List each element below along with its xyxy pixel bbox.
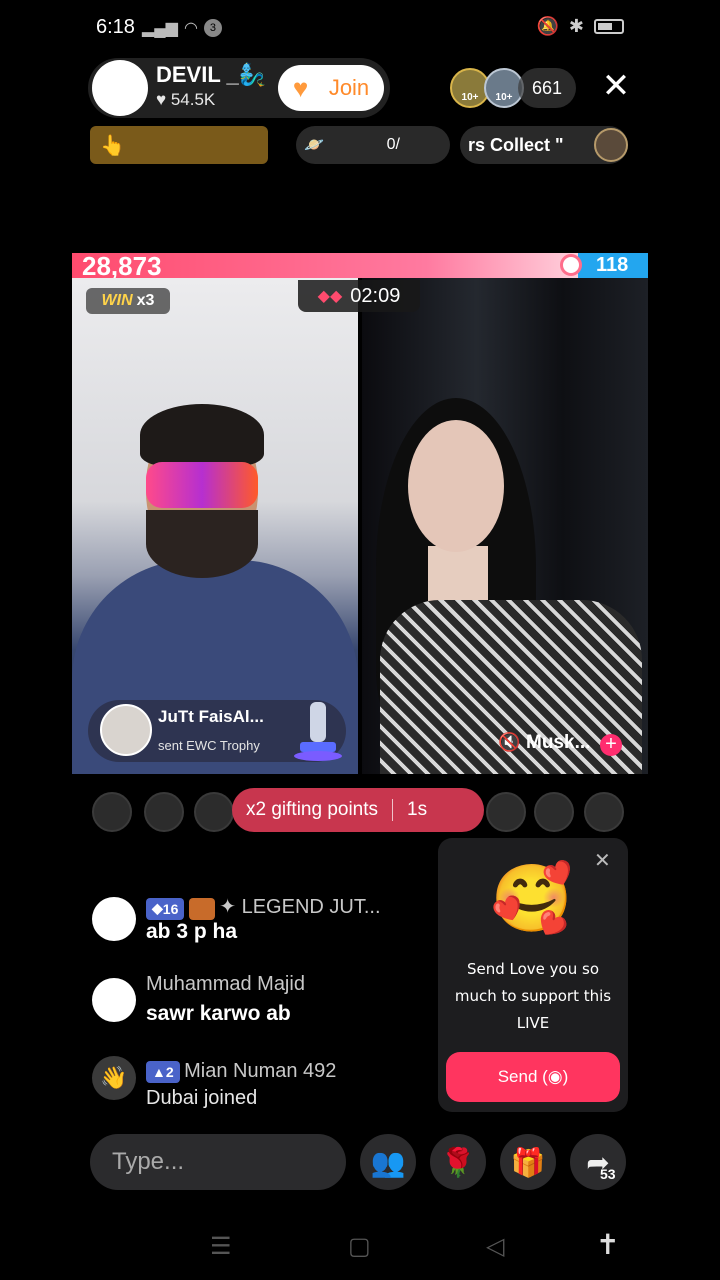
win-multiplier: x3 — [136, 292, 155, 309]
share-count: 53 — [600, 1166, 616, 1182]
accessibility-icon[interactable]: ✝ — [596, 1228, 619, 1261]
battle-timer: ◆◆ 02:09 — [298, 280, 420, 312]
comment-input[interactable]: Type... — [90, 1134, 346, 1190]
gift-button[interactable]: 🎁 — [500, 1134, 556, 1190]
popup-text: Send Love you so much to support this LI… — [448, 956, 618, 1037]
close-icon[interactable]: ✕ — [598, 68, 634, 104]
gifting-time: 1s — [407, 799, 428, 820]
join-button[interactable]: ♥ Join — [278, 65, 384, 111]
gifter-avatar-3[interactable] — [194, 792, 234, 832]
left-streamer-hair — [140, 404, 264, 466]
win-label: WIN — [101, 292, 133, 309]
wifi-icon: ◠ — [183, 20, 198, 37]
hand-banner[interactable]: 👆 — [90, 126, 268, 164]
chat-message: ab 3 p ha — [146, 920, 238, 943]
multi-guest-button[interactable]: 👥 — [360, 1134, 416, 1190]
gift-box-icon: 🎁 — [510, 1146, 546, 1178]
gifting-label: x2 gifting points — [246, 799, 379, 820]
fan-badge — [188, 897, 215, 920]
sunglasses — [146, 462, 258, 508]
status-right-icons: 🔕 ✱ — [536, 16, 624, 37]
muted-speaker-icon[interactable]: 🔇 — [498, 732, 520, 753]
chat-header: ◆ 16 ✦ LEGEND JUT... — [146, 894, 381, 920]
follow-plus-button[interactable]: + — [600, 734, 622, 756]
status-left-icons: ▂▄▆ ◠ 3 — [142, 18, 222, 38]
home-nav-icon[interactable]: ▢ — [348, 1232, 371, 1261]
planet-progress-pill[interactable]: 🪐 0/ — [296, 126, 450, 164]
popup-close-icon[interactable]: ✕ — [594, 848, 611, 873]
divider — [392, 799, 394, 821]
hand-icon: 👆 — [100, 134, 125, 157]
rose-gift-button[interactable]: 🌹 — [430, 1134, 486, 1190]
recents-nav-icon[interactable]: ☰ — [210, 1232, 232, 1261]
people-icon: 👥 — [370, 1146, 406, 1178]
hug-emoji-icon: 🥰 — [490, 861, 574, 935]
timer-text: 02:09 — [350, 284, 401, 307]
popup-line-3: LIVE — [516, 1014, 550, 1032]
gifter-avatar-4[interactable] — [486, 792, 526, 832]
popup-line-1: Send Love you so — [466, 960, 599, 978]
battle-bar-knob — [560, 254, 582, 276]
join-label: Join — [328, 75, 370, 100]
gift-text: sent EWC Trophy — [158, 738, 260, 753]
chat-username[interactable]: ✦ LEGEND JUT... — [219, 896, 380, 918]
badge-icon — [594, 128, 628, 162]
chat-username[interactable]: Muhammad Majid — [146, 973, 305, 996]
bluetooth-icon: ✱ — [568, 16, 584, 36]
coin-icon: (◉) — [537, 1067, 569, 1086]
gifter-avatar-5[interactable] — [534, 792, 574, 832]
gift-sender-name: JuTt FaisAl... — [158, 707, 264, 726]
gift-sender-avatar[interactable] — [100, 704, 152, 756]
right-streamer-name[interactable]: Musk... — [526, 732, 590, 754]
host-name: DEVIL _🧞‍♂️ — [156, 62, 267, 87]
mute-status-icon: 🔕 — [536, 16, 559, 36]
chat-avatar[interactable] — [92, 897, 136, 941]
host-avatar[interactable] — [92, 60, 148, 116]
planet-icon: 🪐 — [304, 137, 324, 154]
battery-icon — [594, 19, 624, 34]
popup-line-2: much to support this — [454, 987, 612, 1005]
chat-avatar[interactable] — [92, 978, 136, 1022]
heart-plus-icon: ♥ — [292, 73, 309, 103]
right-score: 118 — [596, 254, 629, 276]
collect-text: rs Collect " — [468, 134, 564, 155]
back-nav-icon[interactable]: ◁ — [486, 1232, 504, 1261]
signal-icon: ▂▄▆ — [142, 20, 178, 37]
battle-icon: ◆◆ — [317, 288, 343, 305]
trophy-icon — [294, 702, 342, 761]
progress-text: 0/ — [386, 136, 400, 153]
chat-message: sawr karwo ab — [146, 1002, 291, 1025]
viewer-count[interactable]: 661 — [518, 68, 576, 108]
rose-icon: 🌹 — [440, 1146, 476, 1178]
level-badge: ▲ 2 — [146, 1061, 180, 1083]
host-likes: ♥ 54.5K — [156, 90, 216, 109]
gifter-avatar-1[interactable] — [92, 792, 132, 832]
status-time: 6:18 — [96, 16, 135, 38]
left-streamer-beard — [146, 510, 258, 578]
gifting-points-banner: x2 gifting points 1s — [232, 788, 484, 832]
gifter-avatar-6[interactable] — [584, 792, 624, 832]
chat-username[interactable]: Mian Numan 492 — [184, 1060, 336, 1082]
notification-count-badge: 3 — [203, 19, 222, 37]
right-streamer-face — [408, 420, 504, 552]
join-notice: Dubai joined — [146, 1087, 258, 1109]
gifter-avatar-2[interactable] — [144, 792, 184, 832]
level-badge: ◆ 16 — [146, 897, 185, 920]
share-button[interactable]: ➦ — [570, 1134, 626, 1190]
win-streak-badge: WIN x3 — [86, 288, 170, 314]
send-label: Send — [497, 1067, 538, 1086]
send-gift-button[interactable]: Send (◉) — [446, 1052, 620, 1102]
wave-icon[interactable]: 👋 — [92, 1056, 136, 1100]
join-notice-header: ▲ 2 Mian Numan 492 — [146, 1060, 336, 1083]
